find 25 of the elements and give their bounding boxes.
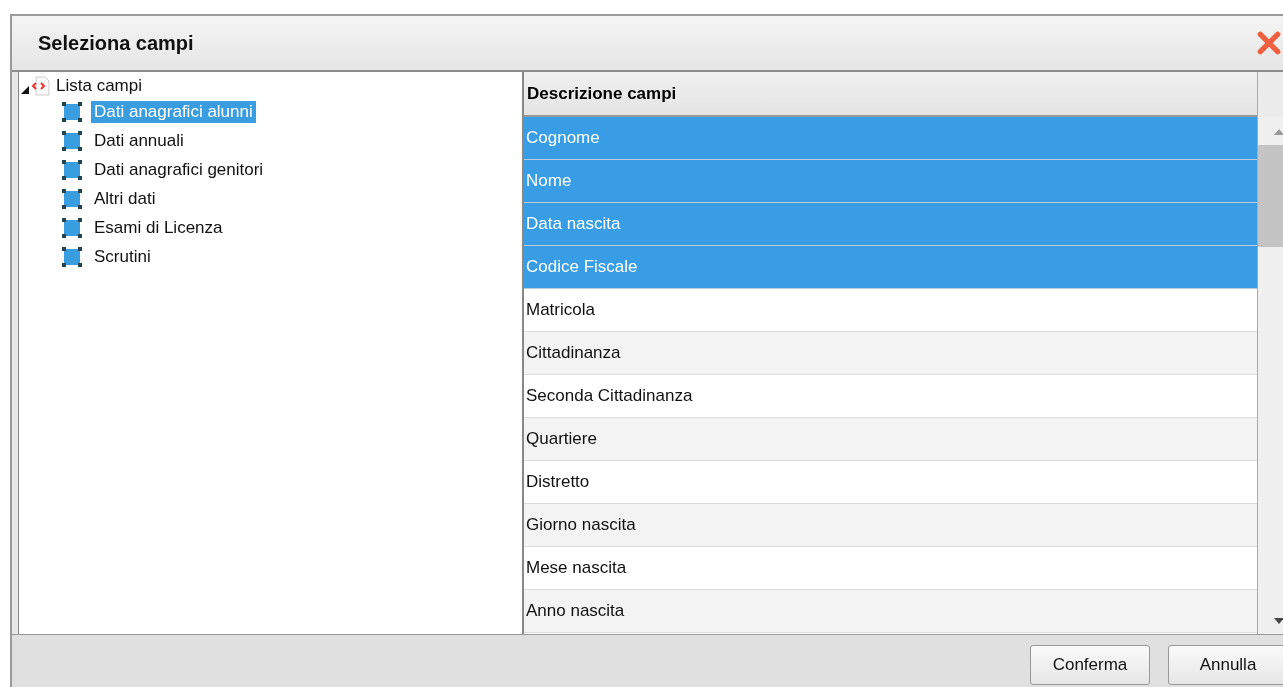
table-icon <box>61 245 83 268</box>
tree-item[interactable]: Scrutini <box>91 245 154 268</box>
column-header[interactable]: Descrizione campi <box>524 72 1257 117</box>
close-icon[interactable] <box>1256 30 1282 56</box>
tree-item[interactable]: Lista campi <box>56 76 142 96</box>
window-title: Seleziona campi <box>38 31 194 55</box>
table-row[interactable]: Quartiere <box>524 418 1257 461</box>
table-row[interactable]: Anno nascita <box>524 590 1257 633</box>
dialog-button[interactable]: Annulla <box>1168 645 1283 685</box>
table-row[interactable]: Cittadinanza <box>524 332 1257 375</box>
table-icon <box>61 129 83 152</box>
table-icon <box>61 158 83 181</box>
expander-icon[interactable] <box>21 86 29 94</box>
scroll-down-icon[interactable] <box>1274 618 1283 624</box>
dialog-button[interactable]: Conferma <box>1030 645 1150 685</box>
table-icon <box>61 100 83 123</box>
scroll-up-icon[interactable] <box>1274 129 1283 135</box>
tree-item[interactable]: Dati annuali <box>91 129 187 152</box>
table-icon <box>61 216 83 239</box>
code-file-icon <box>31 76 51 96</box>
tree-item[interactable]: Esami di Licenza <box>91 216 226 239</box>
table-row[interactable]: Giorno nascita <box>524 504 1257 547</box>
tree-item[interactable]: Dati anagrafici genitori <box>91 158 267 181</box>
tree-item[interactable]: Altri dati <box>91 187 159 210</box>
table-icon <box>61 187 83 210</box>
